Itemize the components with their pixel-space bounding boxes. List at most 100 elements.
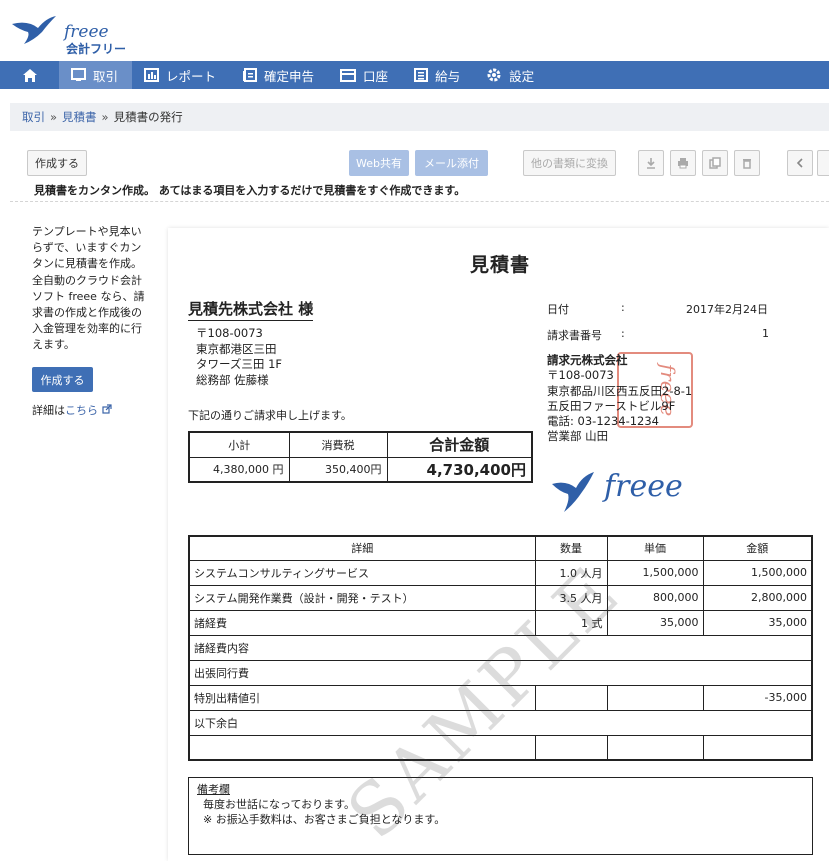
swallow-logo-icon: freee — [552, 469, 683, 512]
address-line: タワーズ三田 1F — [196, 357, 283, 371]
chart-icon — [144, 68, 160, 82]
web-share-button[interactable]: Web共有 — [349, 150, 409, 176]
nav-tax-return[interactable]: 確定申告 — [230, 61, 328, 89]
tax-header: 消費税 — [288, 431, 388, 458]
breadcrumb-parent[interactable]: 見積書 — [62, 109, 97, 125]
swallow-icon — [12, 16, 56, 44]
number-value: 1 — [762, 327, 769, 340]
detail-header: 詳細 — [188, 535, 536, 561]
remarks-title: 備考欄 — [197, 783, 230, 796]
table-row: 以下余白 — [188, 709, 813, 736]
item-quantity: 1 式 — [534, 609, 608, 636]
date-colon: : — [621, 301, 625, 314]
nav-settings[interactable]: 設定 — [474, 61, 548, 89]
address-line: 総務部 佐藤様 — [196, 372, 269, 387]
issuer-line: 電話: 03-1234-1234 — [547, 414, 659, 429]
monitor-icon — [71, 68, 86, 81]
amount-header: 金額 — [702, 535, 813, 561]
nav-reports[interactable]: レポート — [132, 61, 230, 89]
number-colon: : — [621, 327, 625, 340]
gear-icon — [487, 68, 501, 82]
chevron-left-icon — [796, 158, 803, 168]
card-icon — [340, 68, 357, 82]
remarks-line: 毎度お世話になっております。 — [203, 798, 356, 811]
item-quantity — [534, 734, 608, 761]
item-unit-price: 800,000 — [606, 584, 704, 611]
summary-table: 小計 消費税 合計金額 4,380,000 円 350,400円 4,730,4… — [188, 431, 533, 483]
unit-price-header: 単価 — [606, 535, 704, 561]
convert-button[interactable]: 他の書類に変換 — [523, 150, 616, 176]
print-button[interactable] — [670, 150, 696, 176]
nav-home[interactable] — [0, 61, 59, 89]
nav-label: レポート — [166, 68, 217, 84]
item-amount — [702, 734, 813, 761]
item-quantity: 3.5 人月 — [534, 584, 608, 611]
external-link-icon — [101, 404, 112, 414]
mail-attach-button[interactable]: メール添付 — [415, 150, 488, 176]
item-detail — [188, 734, 536, 761]
tax-value: 350,400円 — [288, 456, 388, 483]
nav-accounts[interactable]: 口座 — [328, 61, 402, 89]
total-header: 合計金額 — [386, 431, 533, 458]
freee-document-logo: freee — [550, 462, 720, 522]
brand-product: 会計フリー — [66, 42, 127, 56]
issuer-line: 〒108-0073 — [547, 368, 614, 383]
issuer-line: 五反田ファーストビル9F — [547, 398, 676, 413]
item-quantity — [534, 684, 608, 711]
item-detail: システムコンサルティングサービス — [188, 559, 536, 586]
remarks-box: 備考欄 毎度お世話になっております。 ※ お振込手数料は、お客さまご負担となりま… — [188, 777, 813, 855]
table-row: 諸経費 1 式 35,000 35,000 — [188, 609, 813, 636]
details-link[interactable]: こちら — [65, 404, 98, 417]
item-amount: 35,000 — [702, 609, 813, 636]
issuer-line: 営業部 山田 — [547, 429, 609, 444]
nav-label: 取引 — [93, 68, 119, 84]
nav-label: 給与 — [435, 68, 461, 84]
remarks-line: ※ お振込手数料は、お客さまご負担となります。 — [203, 813, 446, 826]
items-header-row: 詳細 数量 単価 金額 — [188, 535, 813, 561]
copy-icon — [709, 157, 721, 169]
nav-payroll[interactable]: 給与 — [402, 61, 474, 89]
trash-icon — [743, 159, 751, 169]
quantity-header: 数量 — [534, 535, 608, 561]
main-nav: 取引 レポート 確定申告 口座 給与 設定 — [0, 61, 829, 89]
item-unit-price: 1,500,000 — [606, 559, 704, 586]
freee-logo[interactable]: freee 会計フリー — [8, 10, 128, 56]
table-row: 特別出精値引 -35,000 — [188, 684, 813, 711]
divider — [10, 201, 829, 202]
number-label: 請求書番号 — [547, 329, 602, 342]
download-button[interactable] — [638, 150, 664, 176]
breadcrumb-root[interactable]: 取引 — [22, 109, 45, 125]
item-detail: 特別出精値引 — [188, 684, 536, 711]
item-unit-price — [606, 734, 704, 761]
breadcrumb-separator: » — [101, 110, 109, 124]
date-value: 2017年2月24日 — [686, 303, 768, 316]
next-button[interactable] — [817, 150, 829, 176]
list-icon — [414, 68, 429, 82]
print-icon — [678, 158, 688, 169]
breadcrumb-separator: » — [50, 110, 58, 124]
items-table: 詳細 数量 単価 金額 システムコンサルティングサービス 1.0 人月 1,50… — [188, 535, 813, 761]
nav-transactions[interactable]: 取引 — [59, 61, 133, 89]
subtotal-header: 小計 — [188, 431, 290, 458]
table-row — [188, 734, 813, 761]
issuer-line: 東京都品川区西五反田2-8-1 — [547, 383, 693, 398]
delete-button[interactable] — [734, 150, 760, 176]
home-icon — [23, 68, 37, 82]
side-create-button[interactable]: 作成する — [32, 367, 93, 392]
item-unit-price: 35,000 — [606, 609, 704, 636]
document-title: 見積書 — [470, 254, 531, 276]
table-row: システムコンサルティングサービス 1.0 人月 1,500,000 1,500,… — [188, 559, 813, 586]
page-headline: 見積書をカンタン作成。 あてはまる項目を入力するだけで見積書をすぐ作成できます。 — [34, 184, 466, 197]
logo-text: freee — [602, 469, 683, 504]
date-label: 日付 — [547, 303, 569, 316]
item-detail: 以下余白 — [188, 709, 813, 736]
copy-button[interactable] — [702, 150, 728, 176]
client-address: 〒108-0073 東京都港区三田 タワーズ三田 1F 総務部 佐藤様 — [196, 326, 282, 388]
create-button[interactable]: 作成する — [27, 150, 87, 176]
prev-button[interactable] — [787, 150, 813, 176]
item-detail: 出張同行費 — [188, 659, 813, 686]
download-icon — [647, 158, 655, 169]
brand-name: freee — [64, 22, 109, 42]
address-line: 〒108-0073 — [196, 326, 263, 340]
table-row: システム開発作業費（設計・開発・テスト） 3.5 人月 800,000 2,80… — [188, 584, 813, 611]
